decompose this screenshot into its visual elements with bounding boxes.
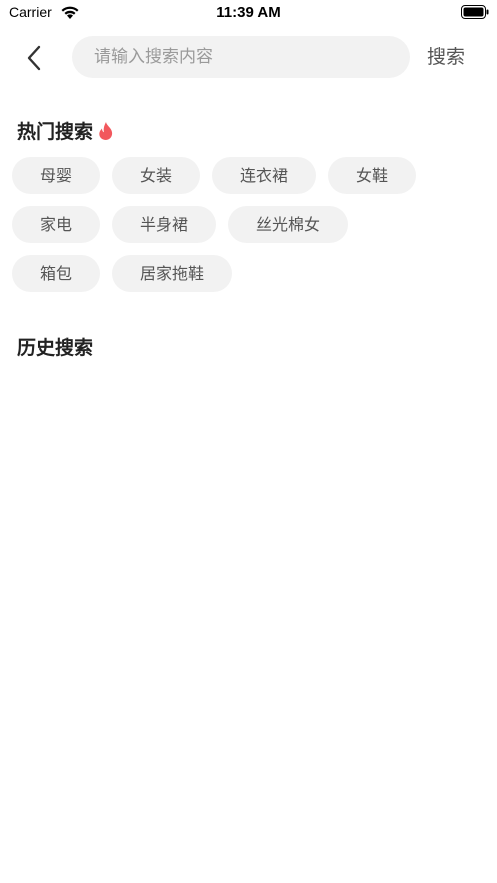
hot-search-tag[interactable]: 箱包 — [12, 255, 101, 292]
hot-search-title-text: 热门搜索 — [17, 121, 94, 143]
hot-search-title: 热门搜索 — [17, 117, 115, 144]
chevron-left-icon — [27, 45, 41, 71]
tag-row: 家电 半身裙 丝光棉女 — [12, 206, 482, 243]
hot-search-tag[interactable]: 女装 — [112, 157, 201, 194]
hot-search-tag[interactable]: 家电 — [12, 206, 101, 243]
fire-icon — [99, 121, 113, 140]
search-input[interactable] — [94, 36, 394, 78]
status-bar: Carrier 11:39 AM — [0, 0, 497, 26]
hot-search-tag[interactable]: 连衣裙 — [212, 157, 317, 194]
history-search-title-text: 历史搜索 — [17, 337, 94, 359]
tag-row: 母婴 女装 连衣裙 女鞋 — [12, 157, 482, 194]
tag-row: 箱包 居家拖鞋 — [12, 255, 482, 292]
back-button[interactable] — [18, 42, 50, 74]
battery-icon — [461, 5, 489, 19]
hot-search-tag[interactable]: 女鞋 — [328, 157, 417, 194]
hot-search-tags: 母婴 女装 连衣裙 女鞋 家电 半身裙 丝光棉女 箱包 居家拖鞋 — [12, 157, 482, 304]
hot-search-tag[interactable]: 半身裙 — [112, 206, 217, 243]
search-header: 搜索 — [0, 36, 497, 80]
hot-search-tag[interactable]: 居家拖鞋 — [112, 255, 233, 292]
search-button[interactable]: 搜索 — [422, 36, 470, 78]
status-time: 11:39 AM — [216, 4, 281, 21]
search-box — [72, 36, 410, 78]
hot-search-tag[interactable]: 母婴 — [12, 157, 101, 194]
hot-search-tag[interactable]: 丝光棉女 — [228, 206, 349, 243]
history-search-title: 历史搜索 — [17, 333, 93, 360]
